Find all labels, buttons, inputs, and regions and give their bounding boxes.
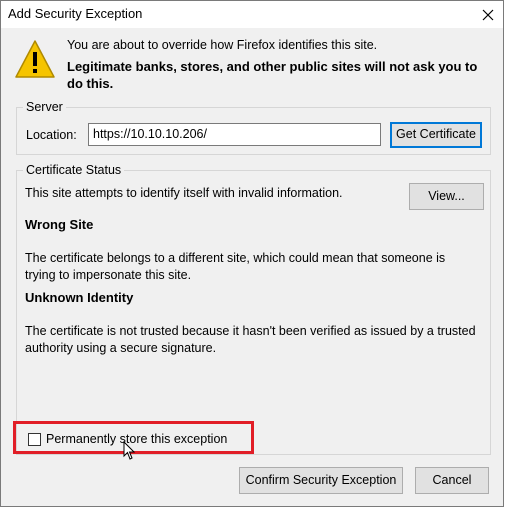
warning-icon bbox=[15, 40, 55, 78]
view-button[interactable]: View... bbox=[409, 183, 484, 210]
wrong-site-text-line-2: trying to impersonate this site. bbox=[25, 268, 192, 282]
get-certificate-button[interactable]: Get Certificate bbox=[390, 122, 482, 148]
intro-message: You are about to override how Firefox id… bbox=[67, 38, 378, 52]
certificate-status-legend: Certificate Status bbox=[23, 163, 125, 177]
server-legend: Server bbox=[23, 100, 66, 114]
mouse-cursor-icon bbox=[123, 441, 136, 460]
background-window-edge bbox=[503, 0, 511, 507]
add-security-exception-dialog: Add Security Exception You are about to … bbox=[0, 0, 504, 507]
confirm-security-exception-button[interactable]: Confirm Security Exception bbox=[239, 467, 403, 494]
wrong-site-heading: Wrong Site bbox=[25, 217, 94, 232]
title-bar: Add Security Exception bbox=[1, 1, 503, 28]
certificate-status-group: Certificate Status This site attempts to… bbox=[16, 163, 491, 455]
unknown-identity-text-line-2: authority using a secure signature. bbox=[25, 341, 217, 355]
wrong-site-text-line-1: The certificate belongs to a different s… bbox=[25, 251, 446, 265]
close-button[interactable] bbox=[473, 1, 503, 28]
unknown-identity-text-line-1: The certificate is not trusted because i… bbox=[25, 324, 476, 338]
unknown-identity-heading: Unknown Identity bbox=[25, 290, 134, 305]
location-label: Location: bbox=[26, 128, 77, 142]
cancel-button[interactable]: Cancel bbox=[415, 467, 489, 494]
close-icon bbox=[482, 9, 494, 20]
dialog-title: Add Security Exception bbox=[8, 6, 143, 21]
location-input[interactable]: https://10.10.10.206/ bbox=[88, 123, 381, 146]
warning-message: Legitimate banks, stores, and other publ… bbox=[67, 59, 478, 91]
server-group: Server Location: https://10.10.10.206/ G… bbox=[16, 100, 491, 155]
cert-status-intro: This site attempts to identify itself wi… bbox=[25, 186, 343, 200]
